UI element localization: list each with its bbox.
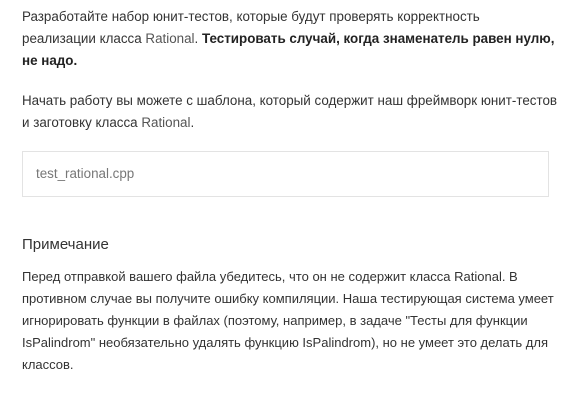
class-name: Rational: [141, 115, 191, 130]
file-name[interactable]: test_rational.cpp: [36, 166, 134, 181]
note-text: Перед отправкой вашего файла убедитесь, …: [22, 269, 554, 372]
intro-paragraph: Разработайте набор юнит-тестов, которые …: [22, 6, 557, 72]
template-paragraph: Начать работу вы можете с шаблона, котор…: [22, 90, 557, 134]
template-text: Начать работу вы можете с шаблона, котор…: [22, 93, 558, 130]
template-text-2: .: [190, 115, 195, 130]
file-download-link[interactable]: test_rational.cpp: [22, 151, 549, 197]
note-heading: Примечание: [22, 236, 109, 253]
class-name: Rational: [145, 31, 195, 46]
intro-text-2: .: [194, 31, 202, 46]
